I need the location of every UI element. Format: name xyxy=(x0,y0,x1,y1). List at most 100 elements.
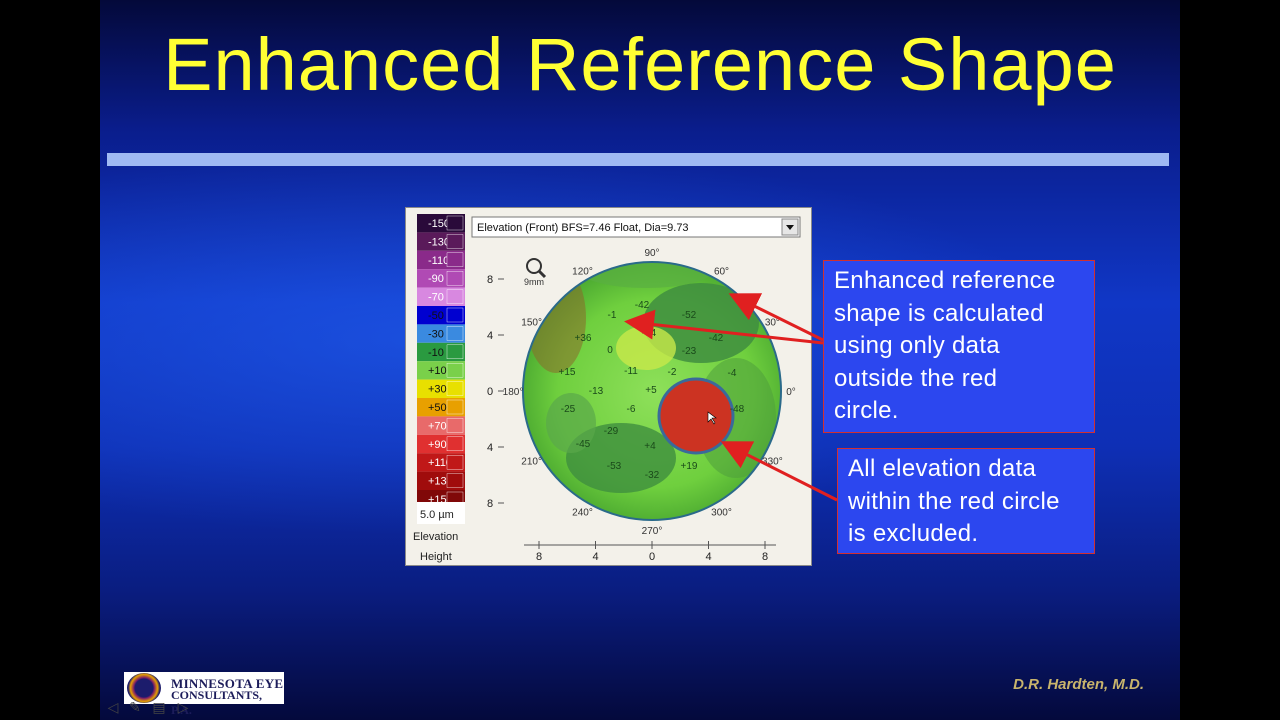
scale-swatch-stripe xyxy=(446,362,464,378)
angle-label: 30° xyxy=(765,318,780,329)
callout-line: shape is calculated xyxy=(834,299,1044,327)
scale-swatch-stripe xyxy=(446,473,464,488)
angle-label: 150° xyxy=(521,318,542,329)
scale-label: -130 xyxy=(428,236,450,248)
callout-line: All elevation data xyxy=(848,455,1037,482)
callout-line: outside the red xyxy=(834,364,998,392)
callout-line: circle. xyxy=(834,397,899,424)
callout-excluded-data: All elevation data within the red circle… xyxy=(837,448,1095,554)
elevation-value: +5 xyxy=(645,385,657,396)
angle-label: 330° xyxy=(762,457,783,468)
scale-swatch-stripe xyxy=(446,399,464,415)
scale-swatch-stripe xyxy=(446,436,464,452)
scale-label: -150 xyxy=(428,218,450,230)
author-credit: D.R. Hardten, M.D. xyxy=(1013,676,1144,693)
callout-line: is excluded. xyxy=(848,520,979,547)
slide-title: Enhanced Reference Shape xyxy=(163,23,1117,106)
scale-swatch-stripe xyxy=(446,234,464,249)
angle-label: 240° xyxy=(572,507,593,518)
slide: Enhanced Reference Shape -150 -130 -110 -90… xyxy=(100,0,1180,720)
scale-label: -10 xyxy=(428,347,444,359)
callout-line: Enhanced reference xyxy=(834,267,1056,294)
angle-label: 0° xyxy=(786,387,796,398)
topography-svg: -150-130-110-90-70-50-30-10+10+30+50+70+… xyxy=(413,214,801,563)
elevation-value: -42 xyxy=(635,300,650,311)
zoom-icon[interactable] xyxy=(526,258,547,279)
scale-label: -90 xyxy=(428,273,444,285)
y-tick-label: 8 xyxy=(487,498,493,510)
topography-map-window: -150 -130 -110 -90 -70 -50 -30 -10 +10 +30 +50 +70 +… xyxy=(405,207,812,566)
scale-swatch-stripe xyxy=(446,252,464,267)
elevation-value: -4 xyxy=(728,368,737,379)
y-axis-ticks: 8 4 0 4 8 xyxy=(487,274,504,510)
scale-label: +70 xyxy=(428,420,447,432)
slideshow-controls: ◁ ✎ ▤ ▷ xyxy=(105,699,195,717)
title-divider xyxy=(107,153,1169,166)
scale-swatch-stripe xyxy=(446,307,464,323)
excluded-zone-red-circle xyxy=(657,377,735,455)
y-tick-label: 0 xyxy=(487,386,493,398)
scale-swatch-stripe xyxy=(446,418,464,433)
elevation-value: -34 xyxy=(642,328,657,339)
height-label: Height xyxy=(420,551,452,563)
x-tick-label: 4 xyxy=(705,551,711,563)
scale-label: -50 xyxy=(428,310,444,322)
scale-label: -30 xyxy=(428,328,444,340)
callout-reference-shape: Enhanced reference shape is calculated u… xyxy=(823,260,1095,433)
scale-swatch-stripe xyxy=(446,344,464,360)
x-tick-label: 0 xyxy=(649,551,655,563)
x-tick-label: 4 xyxy=(592,551,598,563)
angle-label: 300° xyxy=(711,507,732,518)
elevation-value: -52 xyxy=(682,310,697,321)
elevation-value: -11 xyxy=(624,366,638,377)
elevation-value: -23 xyxy=(682,346,697,357)
angle-label: 180° xyxy=(503,387,524,398)
elevation-value: -48 xyxy=(730,404,745,415)
scale-label: -110 xyxy=(428,255,449,267)
elevation-value: -1 xyxy=(608,310,617,321)
angle-label: 210° xyxy=(521,457,542,468)
angle-label: 60° xyxy=(714,267,729,278)
step-label: 5.0 µm xyxy=(420,509,454,521)
elevation-value: 0 xyxy=(607,345,613,356)
x-tick-label: 8 xyxy=(762,551,768,563)
elevation-value: -29 xyxy=(604,426,619,437)
elevation-value: -45 xyxy=(576,439,591,450)
zoom-label: 9mm xyxy=(524,277,544,287)
mode-label: Elevation xyxy=(413,531,458,543)
scale-label: +30 xyxy=(428,384,447,396)
elevation-value: +36 xyxy=(575,333,592,344)
scale-label: +90 xyxy=(428,439,447,451)
arrow-left-icon[interactable]: ◁ xyxy=(105,699,121,715)
elevation-value: -13 xyxy=(589,386,604,397)
elevation-value: -6 xyxy=(627,404,636,415)
x-tick-label: 8 xyxy=(536,551,542,563)
y-tick-label: 4 xyxy=(487,442,493,454)
elevation-value: +19 xyxy=(681,461,698,472)
angle-label: 90° xyxy=(644,248,659,259)
angle-label: 120° xyxy=(572,267,593,278)
scale-label: -70 xyxy=(428,292,444,304)
angle-label: 270° xyxy=(642,526,663,537)
elevation-value: +15 xyxy=(559,367,576,378)
elevation-value: +4 xyxy=(644,441,656,452)
elevation-value: -32 xyxy=(645,470,660,481)
scale-swatch-stripe xyxy=(446,454,464,470)
scale-label: +10 xyxy=(428,365,447,377)
color-scale: -150 -130 -110 -90 -70 -50 -30 -10 +10 +30 +50 +70 +… xyxy=(417,214,465,509)
menu-icon[interactable]: ▤ xyxy=(151,699,167,715)
pen-icon[interactable]: ✎ xyxy=(127,699,143,715)
elevation-value: -25 xyxy=(561,404,576,415)
scale-swatch-stripe xyxy=(446,326,464,341)
scale-swatch-stripe xyxy=(446,215,464,231)
scale-swatch-stripe xyxy=(446,381,464,396)
scale-label: +50 xyxy=(428,402,447,414)
scale-swatch-stripe xyxy=(446,289,464,304)
elevation-value: -53 xyxy=(607,461,622,472)
elevation-value: -2 xyxy=(668,367,677,378)
arrow-right-icon[interactable]: ▷ xyxy=(175,699,191,715)
dropdown-label: Elevation (Front) BFS=7.46 Float, Dia=9.… xyxy=(477,222,689,234)
y-tick-label: 4 xyxy=(487,330,493,342)
elevation-value: -42 xyxy=(709,333,724,344)
callout-line: within the red circle xyxy=(848,487,1060,515)
